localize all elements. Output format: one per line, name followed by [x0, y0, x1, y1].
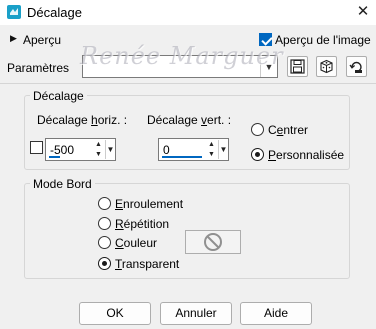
custom-radio-label[interactable]: Personnalisée — [268, 148, 344, 162]
dice-icon — [320, 59, 333, 74]
close-button[interactable]: ✕ — [350, 0, 376, 25]
spin-down-icon[interactable]: ▼ — [206, 150, 217, 160]
presets-combo[interactable]: ▼ — [82, 55, 278, 78]
help-button[interactable]: Aide — [240, 302, 312, 325]
image-preview-label[interactable]: Aperçu de l'image — [275, 33, 371, 47]
vertical-offset-label: Décalage vert. : — [147, 113, 232, 127]
offset-group-title: Décalage — [30, 89, 87, 103]
vertical-offset-value[interactable]: 0 — [163, 143, 170, 157]
edge-mode-group-title: Mode Bord — [30, 177, 95, 191]
offset-checkbox[interactable] — [30, 141, 43, 154]
color-swatch-button[interactable] — [185, 230, 241, 254]
value-underline — [49, 156, 60, 158]
random-button[interactable] — [316, 56, 337, 77]
color-radio[interactable] — [98, 236, 111, 249]
reset-icon — [349, 61, 362, 73]
expand-triangle-icon[interactable]: ▶ — [10, 33, 17, 44]
spin-arrows[interactable]: ▲ ▼ — [93, 140, 104, 159]
value-underline — [162, 156, 202, 158]
spin-arrows[interactable]: ▲ ▼ — [206, 140, 217, 159]
image-preview-checkbox[interactable] — [259, 33, 272, 46]
app-icon — [6, 4, 22, 20]
separator — [0, 83, 376, 84]
ok-button[interactable]: OK — [79, 302, 151, 325]
parameters-label: Paramètres — [7, 61, 70, 75]
reset-button[interactable] — [346, 56, 367, 77]
wrap-radio-label[interactable]: Enroulement — [115, 197, 183, 211]
no-color-icon — [204, 233, 222, 251]
cancel-button[interactable]: Annuler — [160, 302, 232, 325]
spin-up-icon[interactable]: ▲ — [206, 140, 217, 150]
save-preset-button[interactable] — [287, 56, 308, 77]
dropdown-arrow-icon[interactable]: ▼ — [105, 140, 115, 159]
spin-up-icon[interactable]: ▲ — [93, 140, 104, 150]
horizontal-offset-spinner[interactable]: -500 ▲ ▼ ▼ — [45, 138, 116, 161]
floppy-disk-icon — [290, 59, 305, 74]
horizontal-offset-label: Décalage horiz. : — [37, 113, 128, 127]
window-title: Décalage — [27, 5, 82, 20]
preview-toggle-label[interactable]: Aperçu — [23, 33, 61, 47]
custom-radio[interactable] — [251, 148, 264, 161]
horizontal-offset-value[interactable]: -500 — [50, 143, 74, 157]
center-radio-label[interactable]: Centrer — [268, 123, 308, 137]
dropdown-arrow-icon[interactable]: ▼ — [218, 140, 228, 159]
vertical-offset-spinner[interactable]: 0 ▲ ▼ ▼ — [158, 138, 229, 161]
transparent-radio-label[interactable]: Transparent — [115, 257, 179, 271]
color-radio-label[interactable]: Couleur — [115, 236, 157, 250]
transparent-radio[interactable] — [98, 257, 111, 270]
close-icon: ✕ — [356, 3, 370, 20]
repeat-radio-label[interactable]: Répétition — [115, 217, 169, 231]
repeat-radio[interactable] — [98, 217, 111, 230]
chevron-down-icon[interactable]: ▼ — [260, 56, 277, 77]
center-radio[interactable] — [251, 123, 264, 136]
spin-down-icon[interactable]: ▼ — [93, 150, 104, 160]
wrap-radio[interactable] — [98, 197, 111, 210]
